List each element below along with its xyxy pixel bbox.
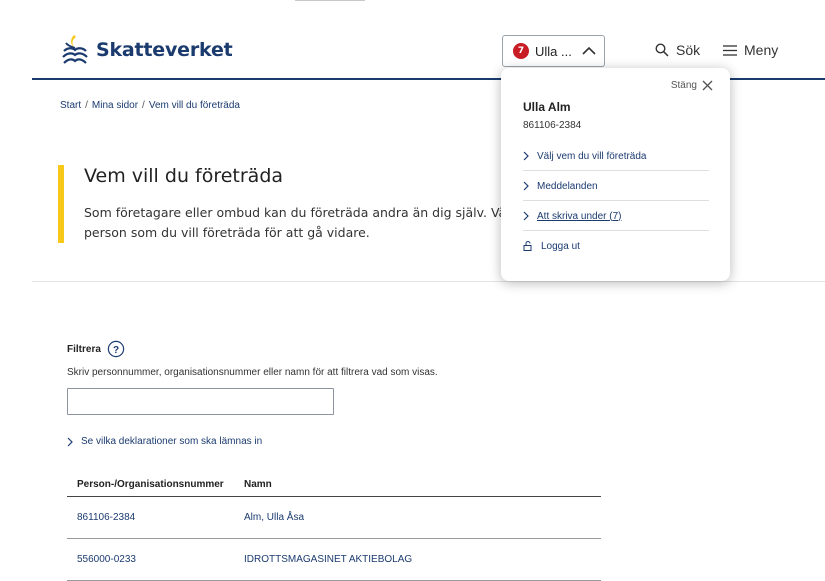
user-dropdown-popup: Stäng Ulla Alm 861106-2384 Välj vem du v… xyxy=(501,68,730,281)
menu-nav-button[interactable]: Meny xyxy=(723,42,778,58)
chevron-right-icon xyxy=(523,211,529,221)
popup-item-messages[interactable]: Meddelanden xyxy=(523,178,708,194)
breadcrumb-separator: / xyxy=(85,100,88,111)
breadcrumb: Start / Mina sidor / Vem vill du företräda xyxy=(60,100,240,111)
skatteverket-logo[interactable]: Skatteverket xyxy=(60,33,233,67)
popup-item-label: Att skriva under (7) xyxy=(537,210,622,222)
column-header-number: Person-/Organisationsnummer xyxy=(77,479,224,490)
user-menu-button[interactable]: 7 Ulla ... xyxy=(502,35,605,67)
popup-item-sign[interactable]: Att skriva under (7) xyxy=(523,208,708,224)
intro-line-2: person som du vill företräda för att gå … xyxy=(84,225,370,240)
search-nav-label: Sök xyxy=(676,42,701,58)
intro-line-1: Som företagare eller ombud kan du företr… xyxy=(84,205,504,220)
popup-item-label: Välj vem du vill företräda xyxy=(537,150,647,162)
row-name[interactable]: IDROTTSMAGASINET AKTIEBOLAG xyxy=(244,554,412,565)
logout-label: Logga ut xyxy=(541,240,580,252)
row-name[interactable]: Alm, Ulla Åsa xyxy=(244,512,304,523)
table-row[interactable]: 861106-2384 Alm, Ulla Åsa xyxy=(67,497,601,539)
declarations-link-text: Se vilka deklarationer som ska lämnas in xyxy=(81,436,263,447)
chevron-right-icon xyxy=(523,181,529,191)
page-intro: Vem vill du företräda Som företagare ell… xyxy=(58,165,504,243)
close-icon xyxy=(702,80,713,91)
section-divider xyxy=(32,281,825,282)
breadcrumb-item-start[interactable]: Start xyxy=(60,100,81,111)
popup-item-choose-representation[interactable]: Välj vem du vill företräda xyxy=(523,148,708,164)
page-title: Vem vill du företräda xyxy=(84,165,284,187)
declarations-link[interactable]: Se vilka deklarationer som ska lämnas in xyxy=(67,436,262,447)
logo-text: Skatteverket xyxy=(96,39,233,61)
user-menu-label: Ulla ... xyxy=(535,43,572,59)
row-number[interactable]: 861106-2384 xyxy=(77,512,135,523)
popup-close-label: Stäng xyxy=(670,80,697,91)
filter-label: Filtrera ? xyxy=(67,340,125,358)
hamburger-menu-icon xyxy=(723,44,737,56)
search-nav-button[interactable]: Sök xyxy=(655,42,700,58)
filter-label-text: Filtrera xyxy=(67,343,101,355)
svg-text:?: ? xyxy=(113,345,119,356)
popup-divider xyxy=(523,230,709,231)
table-row[interactable]: 556000-0233 IDROTTSMAGASINET AKTIEBOLAG xyxy=(67,539,601,581)
lock-open-icon xyxy=(523,241,532,251)
search-icon xyxy=(655,43,669,57)
chevron-right-icon xyxy=(523,151,529,161)
popup-user-id: 861106-2384 xyxy=(523,120,582,131)
chevron-right-icon xyxy=(67,437,73,446)
popup-divider xyxy=(523,170,709,171)
page-intro-text: Som företagare eller ombud kan du företr… xyxy=(84,203,504,243)
breadcrumb-separator: / xyxy=(142,100,145,111)
column-header-name: Namn xyxy=(244,479,272,490)
notification-badge: 7 xyxy=(513,43,529,59)
popup-user-name: Ulla Alm xyxy=(523,100,571,114)
chevron-up-icon xyxy=(582,46,596,55)
popup-divider xyxy=(523,200,709,201)
filter-description: Skriv personnummer, organisationsnummer … xyxy=(67,367,438,378)
menu-nav-label: Meny xyxy=(744,42,779,58)
breadcrumb-item-mina-sidor[interactable]: Mina sidor xyxy=(92,100,138,111)
row-number[interactable]: 556000-0233 xyxy=(77,554,136,565)
accent-bar xyxy=(58,165,64,243)
popup-close-button[interactable]: Stäng xyxy=(671,80,713,91)
help-icon[interactable]: ? xyxy=(107,340,125,358)
crown-logo-icon xyxy=(62,35,88,64)
popup-item-label: Meddelanden xyxy=(537,180,598,192)
breadcrumb-item-current: Vem vill du företräda xyxy=(148,100,240,111)
logout-button[interactable]: Logga ut xyxy=(523,238,708,254)
filter-input[interactable] xyxy=(67,388,334,415)
